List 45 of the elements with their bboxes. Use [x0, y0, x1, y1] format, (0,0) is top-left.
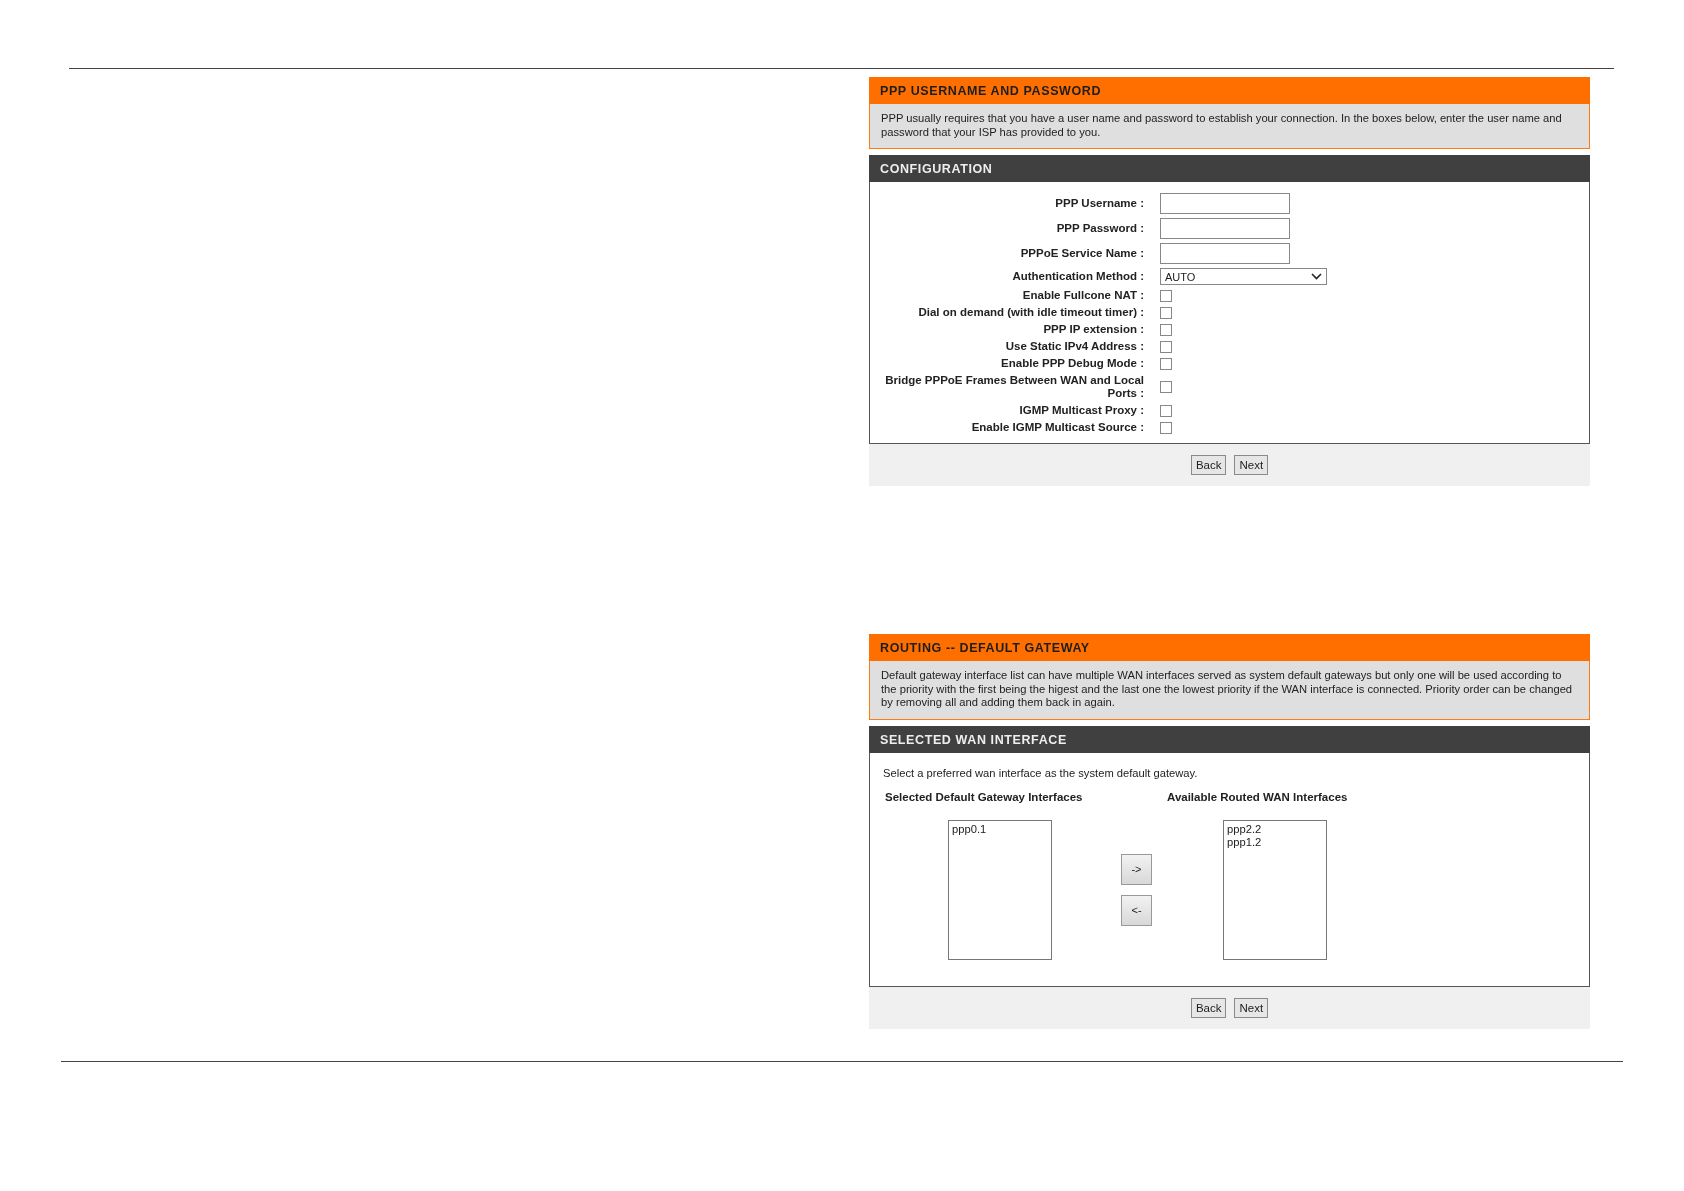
move-left-button[interactable]: <-	[1121, 894, 1152, 926]
selected-interfaces-listbox[interactable]: ppp0.1	[948, 819, 1052, 960]
next-button[interactable]: Next	[1234, 997, 1269, 1018]
field-label: Use Static IPv4 Address :	[1004, 339, 1144, 355]
checkbox[interactable]	[1160, 323, 1172, 336]
field-label: Enable IGMP Multicast Source :	[970, 420, 1144, 436]
section-title: SELECTED WAN INTERFACE	[869, 725, 1590, 753]
checkbox[interactable]	[1160, 357, 1172, 370]
text-input-field[interactable]	[1160, 193, 1290, 215]
field-label: PPP IP extension :	[1042, 322, 1144, 338]
field-label: IGMP Multicast Proxy :	[1018, 403, 1144, 419]
list-option[interactable]: ppp2.2	[1227, 822, 1262, 836]
field-label: Authentication Method :	[1011, 269, 1144, 285]
field-label: PPP Username :	[1054, 196, 1144, 212]
panel-description: PPP usually requires that you have a user name and password to establish your connection. In the boxes below, enter the user name and password that your ISP has provided to you.	[869, 104, 1590, 150]
panel-title: PPP USERNAME AND PASSWORD	[869, 77, 1590, 104]
list-heading: Selected Default Gateway Interfaces	[885, 790, 1084, 803]
checkbox[interactable]	[1160, 381, 1172, 394]
field-label: Bridge PPPoE Frames Between WAN and Local Ports :	[884, 373, 1144, 402]
checkbox[interactable]	[1160, 421, 1172, 434]
text-input-field[interactable]	[1160, 218, 1290, 240]
instruction-text: Select a preferred wan interface as the system default gateway.	[883, 766, 1199, 779]
panel-description: Default gateway interface list can have multiple WAN interfaces served as system default gateways but only one will be used according to the priority with the first being the higest and the last one the lowest priority if the WAN interface is connected. Priority order can be changed by removing all and adding them back in again.	[869, 661, 1590, 720]
panel-title: ROUTING -- DEFAULT GATEWAY	[869, 634, 1590, 662]
field-label: PPPoE Service Name :	[1019, 246, 1144, 262]
field-label: PPP Password :	[1055, 221, 1144, 237]
checkbox[interactable]	[1160, 306, 1172, 319]
list-heading: Available Routed WAN Interfaces	[1167, 790, 1349, 803]
field-label: Enable Fullcone NAT :	[1021, 288, 1144, 304]
field-label: Dial on demand (with idle timeout timer) :	[917, 305, 1144, 321]
checkbox[interactable]	[1160, 289, 1172, 302]
dropdown[interactable]: AUTO	[1160, 268, 1327, 286]
list-option[interactable]: ppp1.2	[1227, 835, 1262, 849]
checkbox[interactable]	[1160, 340, 1172, 353]
text-input-field[interactable]	[1160, 243, 1290, 265]
back-button[interactable]: Back	[1190, 997, 1227, 1018]
field-label: Enable PPP Debug Mode :	[1000, 356, 1144, 372]
chevron-down-icon	[1311, 273, 1322, 281]
move-right-button[interactable]: ->	[1121, 853, 1152, 885]
section-title: CONFIGURATION	[869, 155, 1590, 183]
back-button[interactable]: Back	[1190, 455, 1227, 476]
available-interfaces-listbox[interactable]: ppp2.2 ppp1.2	[1223, 819, 1327, 960]
next-button[interactable]: Next	[1234, 455, 1269, 476]
list-option[interactable]: ppp0.1	[952, 822, 987, 836]
checkbox[interactable]	[1160, 404, 1172, 417]
